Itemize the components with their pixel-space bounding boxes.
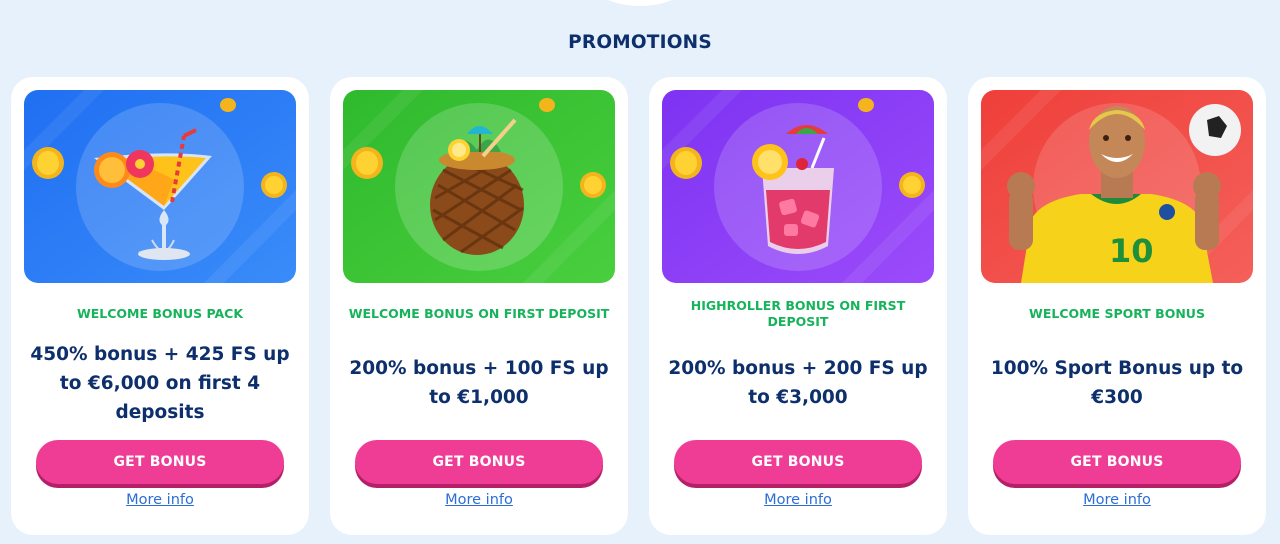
promo-title: 450% bonus + 425 FS up to €6,000 on firs… xyxy=(30,344,290,423)
promo-banner[interactable] xyxy=(24,90,296,283)
promo-banner[interactable] xyxy=(662,90,934,283)
promo-card-first-deposit: WELCOME BONUS ON FIRST DEPOSIT 200% bonu… xyxy=(330,77,628,535)
more-info-link[interactable]: More info xyxy=(330,492,628,508)
get-bonus-button[interactable]: GET BONUS xyxy=(36,440,284,484)
promo-card-welcome-pack: WELCOME BONUS PACK 450% bonus + 425 FS u… xyxy=(11,77,309,535)
football-player-icon: 10 xyxy=(981,90,1253,283)
promo-title: 200% bonus + 100 FS up to €1,000 xyxy=(349,358,609,408)
promo-card-highroller: HIGHROLLER BONUS ON FIRST DEPOSIT 200% b… xyxy=(649,77,947,535)
promo-title: 100% Sport Bonus up to €300 xyxy=(990,358,1244,408)
promo-banner[interactable] xyxy=(343,90,615,283)
section-title: PROMOTIONS xyxy=(568,32,712,53)
promo-type-label: WELCOME SPORT BONUS xyxy=(1029,306,1205,321)
pineapple-drink-icon xyxy=(343,90,615,283)
top-decoration-circle xyxy=(590,0,690,6)
fruit-punch-glass-icon xyxy=(662,90,934,283)
get-bonus-button[interactable]: GET BONUS xyxy=(674,440,922,484)
svg-text:10: 10 xyxy=(1109,232,1154,270)
promo-card-sport: 10 WELCOME SPORT BONUS 100% Sport Bonus … xyxy=(968,77,1266,535)
promo-type-label: WELCOME BONUS ON FIRST DEPOSIT xyxy=(348,306,610,321)
more-info-link[interactable]: More info xyxy=(968,492,1266,508)
cocktail-glass-icon xyxy=(24,90,296,283)
get-bonus-button[interactable]: GET BONUS xyxy=(355,440,603,484)
more-info-link[interactable]: More info xyxy=(11,492,309,508)
promo-banner[interactable]: 10 xyxy=(981,90,1253,283)
promotions-grid: WELCOME BONUS PACK 450% bonus + 425 FS u… xyxy=(11,77,1269,537)
promo-type-label: WELCOME BONUS PACK xyxy=(76,306,244,321)
more-info-link[interactable]: More info xyxy=(649,492,947,508)
promo-title: 200% bonus + 200 FS up to €3,000 xyxy=(668,358,928,408)
promo-type-label: HIGHROLLER BONUS ON FIRST DEPOSIT xyxy=(690,298,906,329)
get-bonus-button[interactable]: GET BONUS xyxy=(993,440,1241,484)
